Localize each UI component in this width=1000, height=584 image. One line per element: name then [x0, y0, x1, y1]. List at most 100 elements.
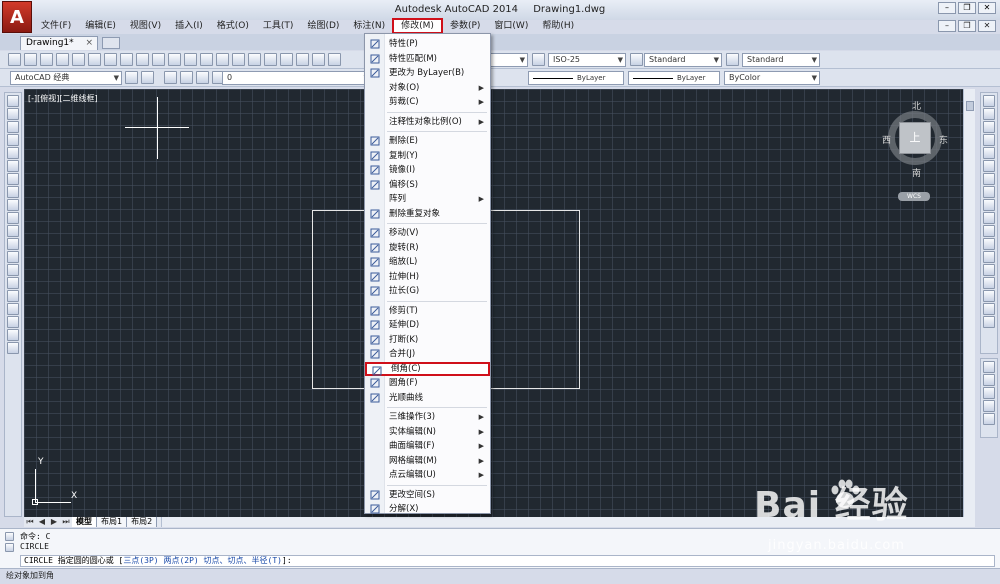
open-icon[interactable] — [24, 53, 37, 66]
erase-tb-icon[interactable] — [983, 95, 995, 107]
tab-drawing1[interactable]: Drawing1* × — [20, 36, 98, 50]
menu-item-submenu-27[interactable]: 网格编辑(M) ▶ — [365, 454, 490, 468]
menu-help[interactable]: 帮助(H) — [535, 18, 581, 34]
first-layout-icon[interactable]: ⏮ — [24, 517, 36, 527]
close-button[interactable]: ✕ — [978, 2, 996, 14]
plotstyle-select[interactable]: ByColor ▼ — [724, 71, 820, 85]
workspace-select[interactable]: AutoCAD 经典 ▼ — [10, 71, 122, 85]
array-tb-icon[interactable] — [983, 147, 995, 159]
circle-icon[interactable] — [7, 173, 19, 185]
design-center-icon[interactable] — [312, 53, 325, 66]
prev-layout-icon[interactable]: ◀ — [36, 517, 48, 527]
menu-item-move[interactable]: 移动(V) — [365, 226, 490, 240]
tablestyle-select[interactable]: Standard ▼ — [644, 53, 722, 67]
menu-item-properties[interactable]: 特性(P) — [365, 37, 490, 51]
cut-icon[interactable] — [120, 53, 133, 66]
menu-edit[interactable]: 编辑(E) — [78, 18, 123, 34]
menu-item-copy[interactable]: 复制(Y) — [365, 149, 490, 163]
explode-tb-icon[interactable] — [983, 316, 995, 328]
break-point-tb-icon[interactable] — [983, 238, 995, 250]
dimstyle-icon[interactable] — [532, 53, 545, 66]
blend-tb-icon[interactable] — [983, 303, 995, 315]
menu-parametric[interactable]: 参数(P) — [443, 18, 487, 34]
restore-button[interactable]: ❐ — [958, 2, 976, 14]
menu-item-trim[interactable]: 修剪(T) — [365, 304, 490, 318]
zoom-window-icon[interactable] — [264, 53, 277, 66]
menu-window[interactable]: 窗口(W) — [487, 18, 535, 34]
menu-insert[interactable]: 插入(I) — [168, 18, 210, 34]
mirror-tb-icon[interactable] — [983, 121, 995, 133]
scale-tb-icon[interactable] — [983, 186, 995, 198]
tab-layout1[interactable]: 布局1 — [97, 517, 128, 527]
command-close-icon[interactable] — [5, 532, 14, 541]
pan-icon[interactable] — [232, 53, 245, 66]
menu-item-break[interactable]: 打断(K) — [365, 333, 490, 347]
menu-draw[interactable]: 绘图(D) — [300, 18, 346, 34]
viewcube[interactable]: 北 西 东 南 上 WCS — [882, 99, 952, 201]
menu-item-submenu-4[interactable]: 剪裁(C) ▶ — [365, 95, 490, 109]
scroll-thumb[interactable] — [966, 101, 974, 111]
send-back-icon[interactable] — [983, 374, 995, 386]
menu-item-change-space[interactable]: 更改空间(S) — [365, 488, 490, 502]
insert-block-icon[interactable] — [7, 238, 19, 250]
region-icon[interactable] — [7, 303, 19, 315]
menu-item-lengthen[interactable]: 拉长(G) — [365, 284, 490, 298]
make-block-icon[interactable] — [7, 251, 19, 263]
add-selected-icon[interactable] — [7, 342, 19, 354]
table-icon[interactable] — [7, 316, 19, 328]
new-tab-button[interactable] — [102, 37, 120, 49]
menu-item-offset[interactable]: 偏移(S) — [365, 178, 490, 192]
tablestyle-icon[interactable] — [630, 53, 643, 66]
menu-item-fillet[interactable]: 圆角(F) — [365, 376, 490, 390]
menu-item-submenu-28[interactable]: 点云编辑(U) ▶ — [365, 468, 490, 482]
bring-front-icon[interactable] — [983, 361, 995, 373]
menu-modify[interactable]: 修改(M) — [392, 18, 443, 34]
doc-minimize-button[interactable]: – — [938, 20, 956, 32]
join-tb-icon[interactable] — [983, 264, 995, 276]
break-tb-icon[interactable] — [983, 251, 995, 263]
mleaderstyle-select[interactable]: Standard ▼ — [742, 53, 820, 67]
menu-item-erase[interactable]: 删除(E) — [365, 134, 490, 148]
offset-tb-icon[interactable] — [983, 134, 995, 146]
drawing-canvas[interactable]: [-][俯视][二维线框] 北 西 东 南 上 WCS Y X — [24, 89, 963, 517]
menu-item-submenu-5[interactable]: 注释性对象比例(O) ▶ — [365, 115, 490, 129]
match-prop-icon[interactable] — [168, 53, 181, 66]
layer-on-icon[interactable] — [180, 71, 193, 84]
mtext-icon[interactable] — [7, 329, 19, 341]
publish-icon[interactable] — [88, 53, 101, 66]
menu-item-submenu-25[interactable]: 实体编辑(N) ▶ — [365, 425, 490, 439]
layer-manager-icon[interactable] — [164, 71, 177, 84]
point-icon[interactable] — [7, 264, 19, 276]
extend-tb-icon[interactable] — [983, 225, 995, 237]
mleaderstyle-icon[interactable] — [726, 53, 739, 66]
last-layout-icon[interactable]: ⏭ — [60, 517, 72, 527]
preview-icon[interactable] — [72, 53, 85, 66]
move-tb-icon[interactable] — [983, 160, 995, 172]
construction-line-icon[interactable] — [7, 108, 19, 120]
rectangle-icon[interactable] — [7, 147, 19, 159]
menu-item-mirror[interactable]: 镜像(I) — [365, 163, 490, 177]
compass-north[interactable]: 北 — [912, 99, 921, 112]
chamfer-tb-icon[interactable] — [983, 277, 995, 289]
menu-item-match-properties[interactable]: 特性匹配(M) — [365, 52, 490, 66]
text-front-icon[interactable] — [983, 413, 995, 425]
tool-palettes-icon[interactable] — [328, 53, 341, 66]
menu-view[interactable]: 视图(V) — [123, 18, 168, 34]
menu-item-chamfer[interactable]: 倒角(C) — [365, 361, 490, 376]
workspace-customize-icon[interactable] — [141, 71, 154, 84]
tab-model[interactable]: 模型 — [72, 517, 97, 527]
layer-select[interactable]: 0▼ — [222, 71, 372, 85]
paste-icon[interactable] — [152, 53, 165, 66]
menu-item-stretch[interactable]: 拉伸(H) — [365, 270, 490, 284]
zoom-realtime-icon[interactable] — [248, 53, 261, 66]
3d-print-icon[interactable] — [104, 53, 117, 66]
trim-tb-icon[interactable] — [983, 212, 995, 224]
copy-tb-icon[interactable] — [983, 108, 995, 120]
properties-tb-icon[interactable] — [296, 53, 309, 66]
ellipse-arc-icon[interactable] — [7, 225, 19, 237]
arc-icon[interactable] — [7, 160, 19, 172]
fillet-tb-icon[interactable] — [983, 290, 995, 302]
copy-clip-icon[interactable] — [136, 53, 149, 66]
plot-icon[interactable] — [56, 53, 69, 66]
line-icon[interactable] — [7, 95, 19, 107]
